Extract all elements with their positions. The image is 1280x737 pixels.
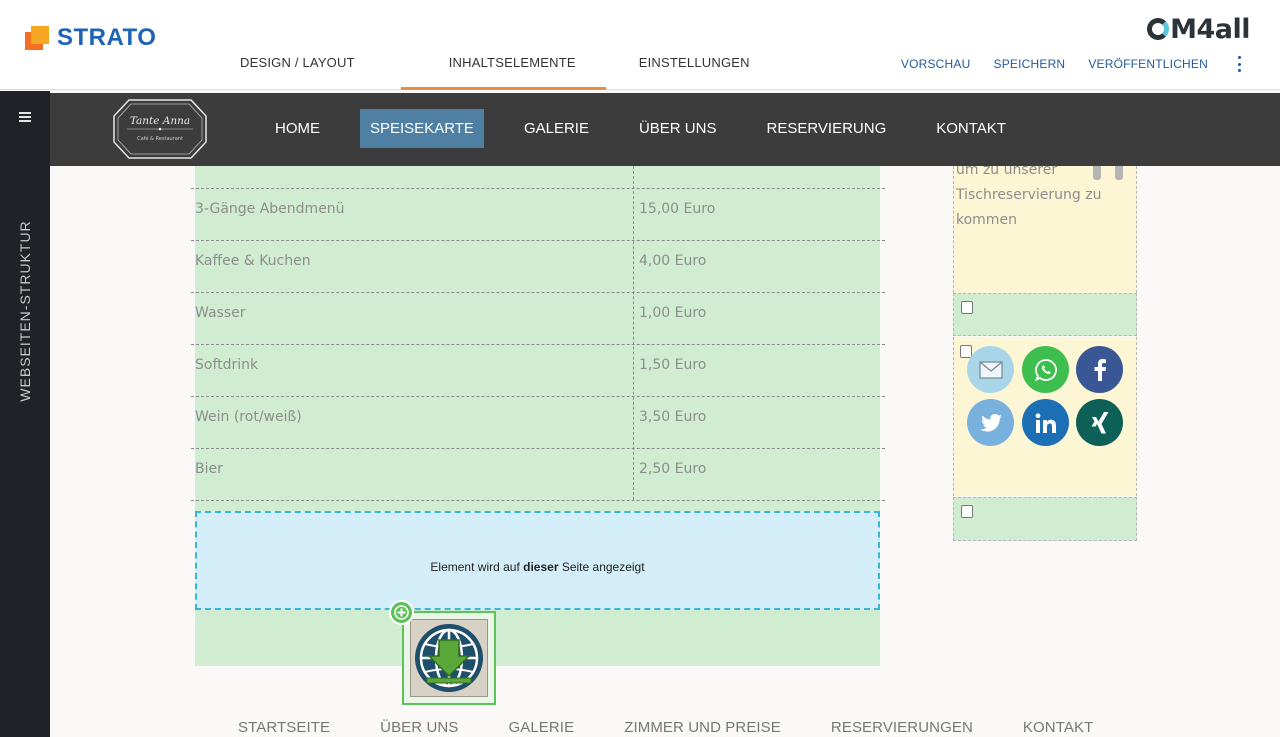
site-nav-items: HOME SPEISEKARTE GALERIE ÜBER UNS RESERV…	[265, 109, 1046, 148]
globe-download-icon	[415, 624, 483, 692]
nav-item-kontakt[interactable]: KONTAKT	[926, 109, 1016, 148]
xing-icon[interactable]	[1076, 399, 1123, 446]
footer-link-startseite[interactable]: STARTSEITE	[238, 719, 330, 736]
menu-item-name: 3-Gänge Abendmenü	[195, 201, 345, 217]
menu-item-price: 3,50 Euro	[639, 409, 707, 425]
site-logo-subtitle: Café & Restaurant	[137, 135, 183, 142]
menu-item-price: 15,00 Euro	[639, 201, 716, 217]
nav-item-home[interactable]: HOME	[265, 109, 330, 148]
cm4all-logo: M4all	[1147, 14, 1250, 45]
nav-item-reservierung[interactable]: RESERVIERUNG	[756, 109, 896, 148]
table-row[interactable]: 3-Gänge Abendmenü 15,00 Euro	[191, 189, 885, 241]
menu-item-price: 1,00 Euro	[639, 305, 707, 321]
whatsapp-icon[interactable]	[1022, 346, 1069, 393]
strato-logo-text: STRATO	[57, 24, 157, 51]
editor-actions: VORSCHAU SPEICHERN VERÖFFENTLICHEN	[901, 57, 1208, 71]
menu-item-price: 2,50 Euro	[639, 461, 707, 477]
sidebar-element-box[interactable]	[953, 497, 1137, 541]
menu-item-name: Wein (rot/weiß)	[195, 409, 302, 425]
nav-item-galerie[interactable]: GALERIE	[514, 109, 599, 148]
table-row[interactable]: Bier 2,50 Euro	[191, 449, 885, 501]
linkedin-icon[interactable]	[1022, 399, 1069, 446]
footer-link-kontakt[interactable]: KONTAKT	[1023, 719, 1093, 736]
hamburger-menu-icon[interactable]	[19, 112, 31, 124]
site-logo-badge-icon: Tante Anna Café & Restaurant	[113, 99, 207, 159]
nav-item-speisekarte[interactable]: SPEISEKARTE	[360, 109, 484, 148]
facebook-icon[interactable]	[1076, 346, 1123, 393]
table-row[interactable]: Wein (rot/weiß) 3,50 Euro	[191, 397, 885, 449]
element-checkbox[interactable]	[961, 301, 973, 314]
table-column-divider	[633, 166, 634, 500]
footer-link-reservierungen[interactable]: RESERVIERUNGEN	[831, 719, 973, 736]
more-options-icon[interactable]	[1234, 56, 1244, 72]
footer-link-ueber-uns[interactable]: ÜBER UNS	[380, 719, 458, 736]
table-row[interactable]: Wasser 1,00 Euro	[191, 293, 885, 345]
site-logo-title: Tante Anna	[130, 115, 190, 127]
add-element-icon[interactable]	[389, 600, 414, 625]
nav-item-ueber-uns[interactable]: ÜBER UNS	[629, 109, 727, 148]
tab-einstellungen[interactable]: EINSTELLUNGEN	[606, 48, 782, 90]
editor-header: STRATO M4all DESIGN / LAYOUT INHALTSELEM…	[0, 0, 1280, 90]
menu-item-price: 1,50 Euro	[639, 357, 707, 373]
cm4all-logo-text: M4all	[1170, 14, 1250, 45]
preview-button[interactable]: VORSCHAU	[901, 57, 971, 71]
menu-item-name: Softdrink	[195, 357, 259, 373]
footer-link-galerie[interactable]: GALERIE	[508, 719, 574, 736]
footer-link-zimmer-und-preise[interactable]: ZIMMER UND PREISE	[624, 719, 781, 736]
strato-logo-mark	[25, 26, 49, 50]
dropzone-message: Element wird auf dieser Seite angezeigt	[430, 560, 645, 574]
save-button[interactable]: SPEICHERN	[993, 57, 1065, 71]
strato-logo[interactable]: STRATO	[25, 24, 156, 52]
table-row[interactable]: Kaffee & Kuchen 4,00 Euro	[191, 241, 885, 293]
social-share-block[interactable]	[953, 337, 1137, 496]
editor-tabs: DESIGN / LAYOUT INHALTSELEMENTE EINSTELL…	[208, 48, 782, 90]
drag-handle-icon[interactable]	[1093, 166, 1123, 180]
menu-item-price: 4,00 Euro	[639, 253, 707, 269]
dragged-download-element[interactable]	[402, 611, 496, 705]
menu-item-name: Kaffee & Kuchen	[195, 253, 311, 269]
menu-item-name: Wasser	[195, 305, 246, 321]
twitter-icon[interactable]	[967, 399, 1014, 446]
element-checkbox[interactable]	[961, 505, 973, 518]
sidebar-element-box[interactable]	[953, 293, 1137, 336]
site-logo[interactable]: Tante Anna Café & Restaurant	[113, 98, 207, 160]
menu-item-name: Bier	[195, 461, 223, 477]
cm4all-logo-ring	[1147, 18, 1170, 40]
tab-design-layout[interactable]: DESIGN / LAYOUT	[208, 48, 387, 90]
footer-navigation: STARTSEITE ÜBER UNS GALERIE ZIMMER UND P…	[238, 719, 1143, 736]
reservation-text-block[interactable]: um zu unserer Tischreservierung zu komme…	[953, 162, 1137, 293]
website-structure-panel[interactable]: WEBSEITEN-STRUKTUR	[0, 91, 50, 737]
table-row[interactable]: Softdrink 1,50 Euro	[191, 345, 885, 397]
element-dropzone[interactable]: Element wird auf dieser Seite angezeigt	[195, 511, 880, 610]
site-navigation: Tante Anna Café & Restaurant HOME SPEISE…	[50, 93, 1280, 166]
website-structure-label: WEBSEITEN-STRUKTUR	[17, 220, 33, 402]
tab-inhaltselemente[interactable]: INHALTSELEMENTE	[387, 48, 606, 90]
mail-icon[interactable]	[967, 346, 1014, 393]
publish-button[interactable]: VERÖFFENTLICHEN	[1088, 57, 1208, 71]
